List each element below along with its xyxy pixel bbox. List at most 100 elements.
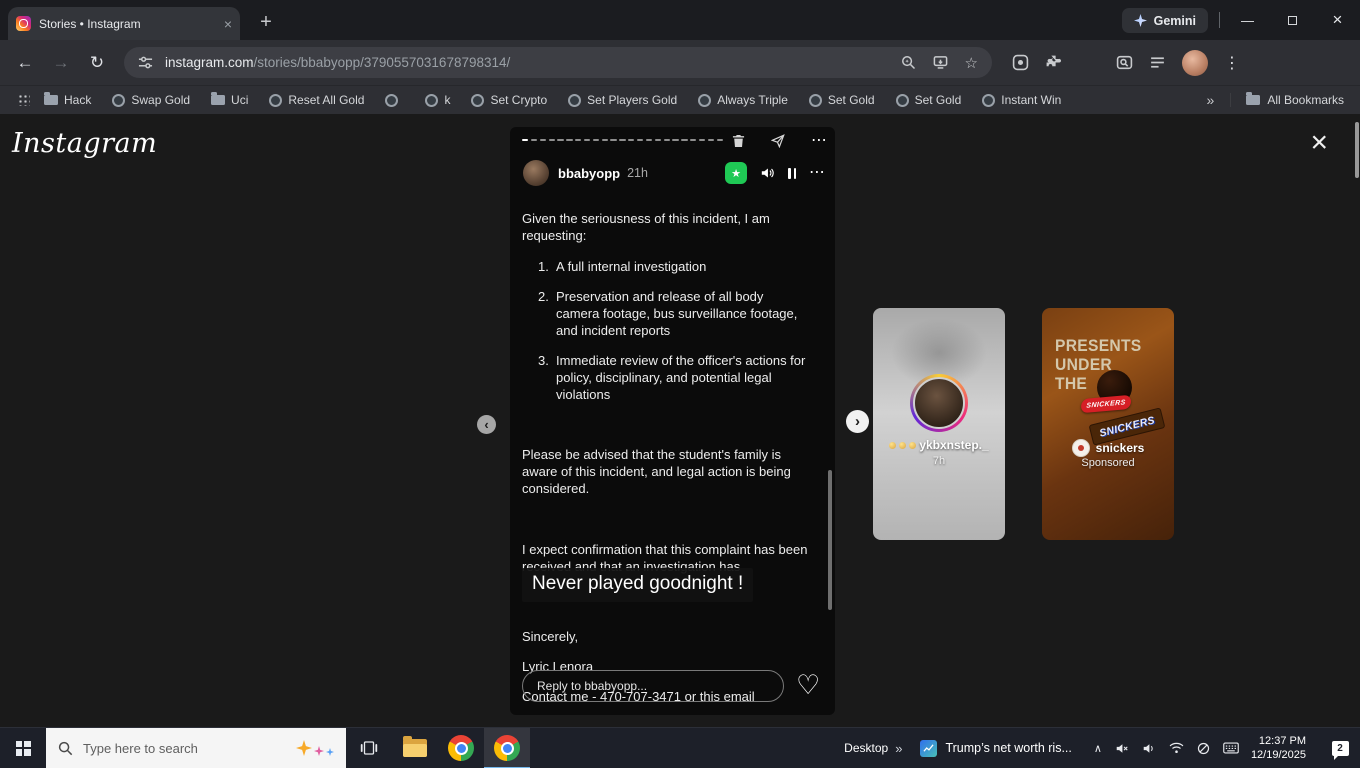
bookmark-item[interactable]: Set Gold [895, 93, 961, 107]
bookmark-item[interactable]: Set Gold [808, 93, 875, 107]
bookmarks-overflow-icon[interactable]: » [1207, 92, 1215, 108]
instagram-favicon-icon [16, 16, 31, 31]
globe-icon [982, 93, 996, 107]
list-text: Immediate review of the officer's action… [556, 353, 806, 402]
search-placeholder: Type here to search [83, 740, 198, 756]
emoji-decor [899, 441, 907, 449]
close-friends-badge: ★ [725, 162, 747, 184]
task-view-button[interactable] [346, 728, 392, 768]
story-inner-scrollbar[interactable] [828, 470, 832, 610]
clock-time: 12:37 PM [1258, 735, 1306, 747]
blocked-status-icon[interactable] [1197, 742, 1210, 755]
sparkle-icon [1133, 14, 1147, 27]
globe-icon [269, 93, 283, 107]
bookmark-item[interactable]: k [425, 93, 450, 107]
desktop-toolbar[interactable]: Desktop [844, 741, 888, 755]
close-window-button[interactable]: × [1315, 0, 1360, 40]
gemini-button[interactable]: Gemini [1121, 8, 1208, 33]
apps-grid-icon[interactable] [18, 94, 30, 106]
like-heart-icon[interactable]: ♡ [796, 670, 820, 700]
url-domain: instagram.com [165, 55, 254, 70]
keyboard-icon[interactable] [1223, 742, 1239, 754]
wifi-icon[interactable] [1169, 742, 1184, 754]
bookmark-item[interactable]: Set Players Gold [568, 93, 677, 107]
page-scrollbar[interactable] [1355, 122, 1359, 178]
minimize-button[interactable]: — [1225, 0, 1270, 40]
bookmark-item[interactable]: Set Crypto [471, 93, 547, 107]
story-controls: ★ ⋯ [725, 162, 825, 184]
globe-icon [385, 93, 399, 107]
next-story-button[interactable]: › [846, 410, 869, 433]
extension-icon[interactable] [1012, 54, 1029, 71]
notification-button[interactable]: 2 [1320, 728, 1360, 768]
reload-button[interactable]: ↻ [82, 48, 112, 78]
back-button[interactable]: ← [10, 48, 40, 78]
globe-icon [698, 93, 712, 107]
tray-chevron-icon[interactable]: ∧ [1094, 742, 1102, 755]
globe-icon [895, 93, 909, 107]
story-card[interactable]: ⋯ bbabyopp 21h ★ ⋯ Given the seriousness… [510, 127, 835, 715]
trash-icon[interactable] [732, 134, 745, 148]
story-preview[interactable]: ykbxnstep._ 7h [873, 308, 1005, 540]
extensions-puzzle-icon[interactable] [1045, 54, 1062, 71]
bookmark-item[interactable] [385, 93, 404, 107]
globe-icon [112, 93, 126, 107]
preview-username: ykbxnstep._ [919, 438, 989, 452]
omnibox[interactable]: instagram.com/stories/bbabyopp/379055703… [124, 47, 992, 78]
reply-input[interactable] [537, 679, 769, 693]
bookmark-item[interactable]: Always Triple [698, 93, 788, 107]
instagram-logo[interactable]: Instagram [12, 128, 157, 159]
news-headline: Trump’s net worth ris... [945, 741, 1072, 755]
news-widget[interactable]: Trump’s net worth ris... [920, 739, 1072, 757]
chrome-active-button[interactable] [484, 727, 530, 768]
chrome-button[interactable] [438, 728, 484, 768]
file-explorer-icon [403, 736, 427, 757]
story-username[interactable]: bbabyopp [558, 166, 620, 181]
bookmark-label: Set Players Gold [587, 93, 678, 107]
bookmark-item[interactable]: Hack [44, 92, 92, 107]
profile-avatar[interactable] [1182, 49, 1208, 76]
zoom-icon[interactable] [901, 55, 916, 70]
instagram-page: Instagram × ⋯ bbabyopp 21h ★ ⋯ Given the… [0, 114, 1360, 727]
pause-icon[interactable] [788, 167, 796, 179]
maximize-button[interactable] [1270, 0, 1315, 40]
reading-list-icon[interactable] [1149, 54, 1166, 71]
desktop-overflow-icon[interactable]: » [895, 741, 902, 756]
story-list-item: 3. Immediate review of the officer's act… [538, 352, 818, 403]
share-icon[interactable] [771, 134, 785, 148]
sponsored-story-preview[interactable]: PRESENTS UNDER THE ? SNICKERS SNICKERS s… [1042, 308, 1174, 540]
browser-tab[interactable]: Stories • Instagram × [8, 7, 240, 40]
new-tab-button[interactable]: + [252, 8, 280, 36]
story-close-icon[interactable]: × [1310, 128, 1328, 158]
bookmark-label: k [444, 93, 451, 107]
reply-pill[interactable] [522, 670, 784, 702]
story-closing: Sincerely, [522, 629, 579, 644]
bookmark-item[interactable]: Reset All Gold [269, 93, 364, 107]
clock[interactable]: 12:37 PM 12/19/2025 [1251, 734, 1306, 762]
volume-icon[interactable] [760, 166, 775, 180]
site-info-icon[interactable] [138, 55, 153, 70]
install-icon[interactable] [933, 55, 948, 70]
tab-close-icon[interactable]: × [224, 17, 232, 31]
bookmark-label: Instant Win [1001, 93, 1062, 107]
story-options-icon[interactable]: ⋯ [811, 133, 827, 149]
file-explorer-button[interactable] [392, 728, 438, 768]
bookmark-label: Hack [64, 93, 92, 107]
all-bookmarks-button[interactable]: All Bookmarks [1230, 92, 1344, 107]
url-text[interactable]: instagram.com/stories/bbabyopp/379055703… [165, 55, 884, 70]
story-avatar[interactable] [523, 160, 549, 186]
volume-tray-icon[interactable] [1142, 742, 1156, 755]
bookmark-star-icon[interactable]: ☆ [965, 54, 978, 72]
bookmark-item[interactable]: Instant Win [982, 93, 1061, 107]
gemini-label: Gemini [1153, 13, 1196, 28]
volume-mute-icon[interactable] [1115, 742, 1129, 755]
bookmark-item[interactable]: Uci [211, 92, 248, 107]
story-more-icon[interactable]: ⋯ [809, 165, 825, 181]
bookmark-label: Reset All Gold [288, 93, 365, 107]
prev-story-button[interactable]: ‹ [477, 415, 496, 434]
bookmark-item[interactable]: Swap Gold [112, 93, 190, 107]
taskbar-search[interactable]: Type here to search [46, 727, 346, 768]
start-button[interactable] [0, 728, 46, 768]
tab-search-icon[interactable] [1116, 54, 1133, 71]
menu-kebab-icon[interactable]: ⋮ [1224, 53, 1240, 73]
